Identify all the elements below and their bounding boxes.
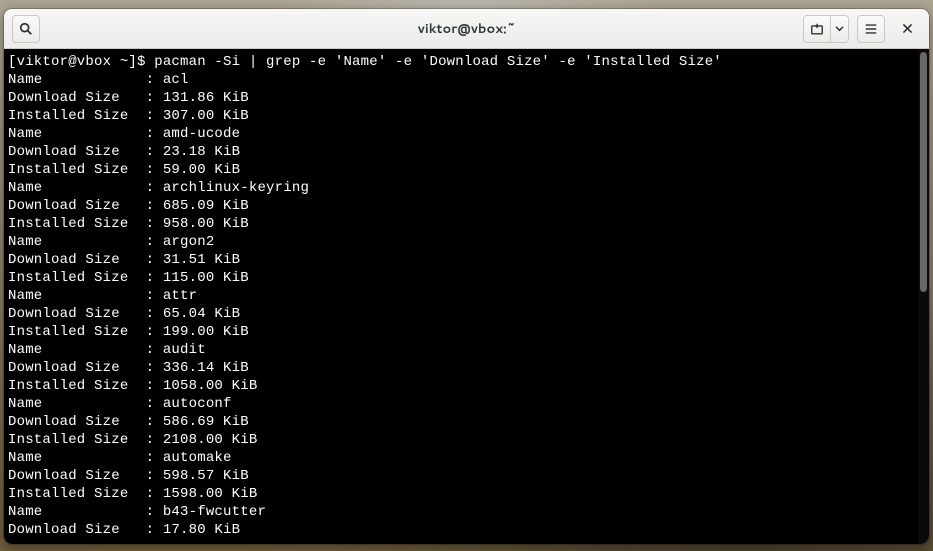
hamburger-icon	[864, 22, 878, 36]
search-icon	[19, 22, 33, 36]
chevron-down-icon	[835, 24, 844, 33]
new-tab-group	[801, 15, 851, 43]
window-title: viktor@vbox:~	[4, 20, 929, 38]
search-button[interactable]	[12, 15, 40, 43]
terminal-window: viktor@vbox:~	[4, 9, 929, 544]
terminal-output[interactable]: [viktor@vbox ~]$ pacman -Si | grep -e 'N…	[4, 49, 929, 544]
scrollbar[interactable]	[918, 49, 929, 544]
new-tab-menu-button[interactable]	[831, 15, 849, 43]
close-button[interactable]	[893, 15, 921, 43]
new-tab-button[interactable]	[803, 15, 831, 43]
new-tab-icon	[810, 22, 824, 36]
titlebar: viktor@vbox:~	[4, 9, 929, 49]
scrollbar-thumb[interactable]	[920, 52, 927, 292]
hamburger-menu-button[interactable]	[857, 15, 885, 43]
close-icon	[901, 22, 914, 35]
